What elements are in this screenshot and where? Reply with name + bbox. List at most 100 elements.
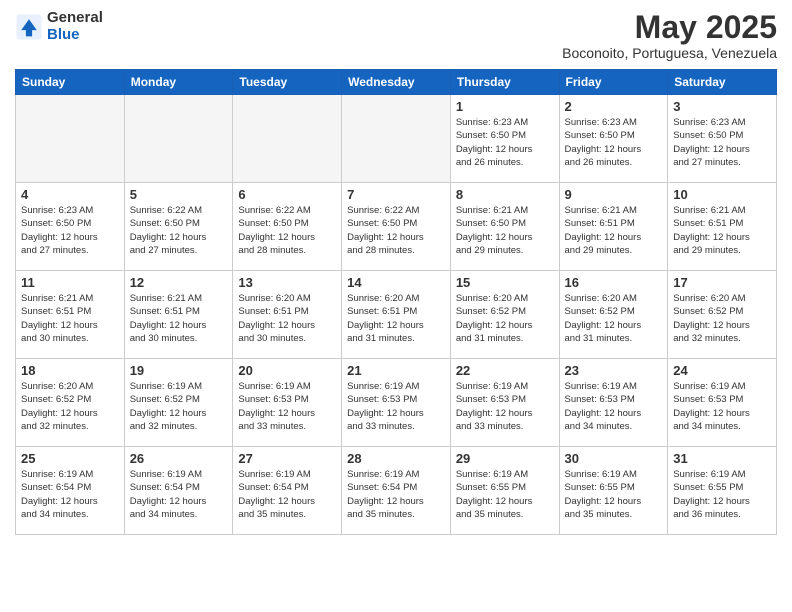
day-info: Sunrise: 6:19 AMSunset: 6:54 PMDaylight:… [21, 468, 119, 521]
calendar-cell: 7Sunrise: 6:22 AMSunset: 6:50 PMDaylight… [342, 183, 451, 271]
day-info: Sunrise: 6:23 AMSunset: 6:50 PMDaylight:… [456, 116, 554, 169]
calendar-cell [342, 95, 451, 183]
calendar-week-row: 4 Sunrise: 6:23 AMSunset: 6:50 PMDaylight… [16, 183, 777, 271]
day-number: 22 [456, 363, 554, 378]
calendar-day-header: Monday [124, 70, 233, 95]
day-number: 14 [347, 275, 445, 290]
calendar-day-header: Saturday [668, 70, 777, 95]
calendar-cell: 30 Sunrise: 6:19 AMSunset: 6:55 PMDayligh… [559, 447, 668, 535]
logo-blue: Blue [47, 27, 103, 44]
day-info: Sunrise: 6:19 AMSunset: 6:54 PMDaylight:… [130, 468, 228, 521]
calendar-cell: 14 Sunrise: 6:20 AMSunset: 6:51 PMDayligh… [342, 271, 451, 359]
calendar-cell: 11 Sunrise: 6:21 AMSunset: 6:51 PMDayligh… [16, 271, 125, 359]
calendar-cell: 13 Sunrise: 6:20 AMSunset: 6:51 PMDayligh… [233, 271, 342, 359]
calendar-cell: 20 Sunrise: 6:19 AMSunset: 6:53 PMDayligh… [233, 359, 342, 447]
day-number: 30 [565, 451, 663, 466]
month-title: May 2025 [562, 10, 777, 45]
day-number: 5 [130, 187, 228, 202]
logo-text: General Blue [47, 10, 103, 43]
day-number: 28 [347, 451, 445, 466]
day-number: 19 [130, 363, 228, 378]
calendar-cell: 27 Sunrise: 6:19 AMSunset: 6:54 PMDayligh… [233, 447, 342, 535]
day-info: Sunrise: 6:19 AMSunset: 6:54 PMDaylight:… [238, 468, 336, 521]
day-info: Sunrise: 6:19 AMSunset: 6:52 PMDaylight:… [130, 380, 228, 433]
day-info: Sunrise: 6:20 AMSunset: 6:52 PMDaylight:… [21, 380, 119, 433]
calendar-cell: 12Sunrise: 6:21 AMSunset: 6:51 PMDayligh… [124, 271, 233, 359]
day-info: Sunrise: 6:20 AMSunset: 6:52 PMDaylight:… [673, 292, 771, 345]
day-number: 3 [673, 99, 771, 114]
day-info: Sunrise: 6:21 AMSunset: 6:51 PMDaylight:… [673, 204, 771, 257]
calendar-cell: 19 Sunrise: 6:19 AMSunset: 6:52 PMDayligh… [124, 359, 233, 447]
day-number: 23 [565, 363, 663, 378]
calendar-day-header: Wednesday [342, 70, 451, 95]
calendar-cell: 23 Sunrise: 6:19 AMSunset: 6:53 PMDayligh… [559, 359, 668, 447]
day-number: 11 [21, 275, 119, 290]
day-info: Sunrise: 6:19 AMSunset: 6:53 PMDaylight:… [673, 380, 771, 433]
day-info: Sunrise: 6:20 AMSunset: 6:52 PMDaylight:… [456, 292, 554, 345]
calendar-cell: 17Sunrise: 6:20 AMSunset: 6:52 PMDayligh… [668, 271, 777, 359]
calendar-day-header: Sunday [16, 70, 125, 95]
page: General Blue May 2025 Boconoito, Portugu… [0, 0, 792, 612]
calendar-day-header: Thursday [450, 70, 559, 95]
calendar-header-row: SundayMondayTuesdayWednesdayThursdayFrid… [16, 70, 777, 95]
day-number: 24 [673, 363, 771, 378]
day-info: Sunrise: 6:22 AMSunset: 6:50 PMDaylight:… [238, 204, 336, 257]
day-info: Sunrise: 6:21 AMSunset: 6:51 PMDaylight:… [130, 292, 228, 345]
day-info: Sunrise: 6:20 AMSunset: 6:51 PMDaylight:… [238, 292, 336, 345]
calendar-cell: 1 Sunrise: 6:23 AMSunset: 6:50 PMDaylight… [450, 95, 559, 183]
day-number: 27 [238, 451, 336, 466]
day-info: Sunrise: 6:22 AMSunset: 6:50 PMDaylight:… [130, 204, 228, 257]
day-number: 31 [673, 451, 771, 466]
calendar-cell: 25 Sunrise: 6:19 AMSunset: 6:54 PMDayligh… [16, 447, 125, 535]
day-info: Sunrise: 6:19 AMSunset: 6:53 PMDaylight:… [238, 380, 336, 433]
day-info: Sunrise: 6:22 AMSunset: 6:50 PMDaylight:… [347, 204, 445, 257]
calendar-cell [124, 95, 233, 183]
calendar-cell: 22Sunrise: 6:19 AMSunset: 6:53 PMDayligh… [450, 359, 559, 447]
day-number: 20 [238, 363, 336, 378]
day-number: 18 [21, 363, 119, 378]
day-info: Sunrise: 6:21 AMSunset: 6:51 PMDaylight:… [565, 204, 663, 257]
calendar-week-row: 18 Sunrise: 6:20 AMSunset: 6:52 PMDayligh… [16, 359, 777, 447]
calendar-cell: 28 Sunrise: 6:19 AMSunset: 6:54 PMDayligh… [342, 447, 451, 535]
calendar-cell: 15 Sunrise: 6:20 AMSunset: 6:52 PMDayligh… [450, 271, 559, 359]
calendar-cell [16, 95, 125, 183]
calendar-week-row: 1 Sunrise: 6:23 AMSunset: 6:50 PMDaylight… [16, 95, 777, 183]
day-info: Sunrise: 6:23 AMSunset: 6:50 PMDaylight:… [565, 116, 663, 169]
day-info: Sunrise: 6:20 AMSunset: 6:52 PMDaylight:… [565, 292, 663, 345]
calendar-cell: 3 Sunrise: 6:23 AMSunset: 6:50 PMDaylight… [668, 95, 777, 183]
day-info: Sunrise: 6:19 AMSunset: 6:55 PMDaylight:… [673, 468, 771, 521]
calendar-cell: 16 Sunrise: 6:20 AMSunset: 6:52 PMDayligh… [559, 271, 668, 359]
day-number: 4 [21, 187, 119, 202]
location-subtitle: Boconoito, Portuguesa, Venezuela [562, 45, 777, 61]
day-info: Sunrise: 6:23 AMSunset: 6:50 PMDaylight:… [21, 204, 119, 257]
calendar-week-row: 11 Sunrise: 6:21 AMSunset: 6:51 PMDayligh… [16, 271, 777, 359]
calendar-cell: 26 Sunrise: 6:19 AMSunset: 6:54 PMDayligh… [124, 447, 233, 535]
day-number: 1 [456, 99, 554, 114]
day-info: Sunrise: 6:20 AMSunset: 6:51 PMDaylight:… [347, 292, 445, 345]
day-info: Sunrise: 6:21 AMSunset: 6:51 PMDaylight:… [21, 292, 119, 345]
calendar-cell [233, 95, 342, 183]
day-number: 8 [456, 187, 554, 202]
day-info: Sunrise: 6:19 AMSunset: 6:55 PMDaylight:… [565, 468, 663, 521]
day-number: 9 [565, 187, 663, 202]
day-info: Sunrise: 6:19 AMSunset: 6:54 PMDaylight:… [347, 468, 445, 521]
calendar-week-row: 25 Sunrise: 6:19 AMSunset: 6:54 PMDayligh… [16, 447, 777, 535]
calendar-cell: 10Sunrise: 6:21 AMSunset: 6:51 PMDayligh… [668, 183, 777, 271]
day-number: 6 [238, 187, 336, 202]
day-number: 25 [21, 451, 119, 466]
calendar-cell: 6 Sunrise: 6:22 AMSunset: 6:50 PMDaylight… [233, 183, 342, 271]
logo-general: General [47, 10, 103, 27]
calendar-day-header: Friday [559, 70, 668, 95]
day-info: Sunrise: 6:19 AMSunset: 6:53 PMDaylight:… [347, 380, 445, 433]
day-number: 26 [130, 451, 228, 466]
day-number: 15 [456, 275, 554, 290]
day-number: 13 [238, 275, 336, 290]
day-number: 21 [347, 363, 445, 378]
day-info: Sunrise: 6:23 AMSunset: 6:50 PMDaylight:… [673, 116, 771, 169]
day-info: Sunrise: 6:19 AMSunset: 6:53 PMDaylight:… [565, 380, 663, 433]
header: General Blue May 2025 Boconoito, Portugu… [15, 10, 777, 61]
day-number: 16 [565, 275, 663, 290]
logo: General Blue [15, 10, 103, 43]
calendar-table: SundayMondayTuesdayWednesdayThursdayFrid… [15, 69, 777, 535]
day-number: 29 [456, 451, 554, 466]
